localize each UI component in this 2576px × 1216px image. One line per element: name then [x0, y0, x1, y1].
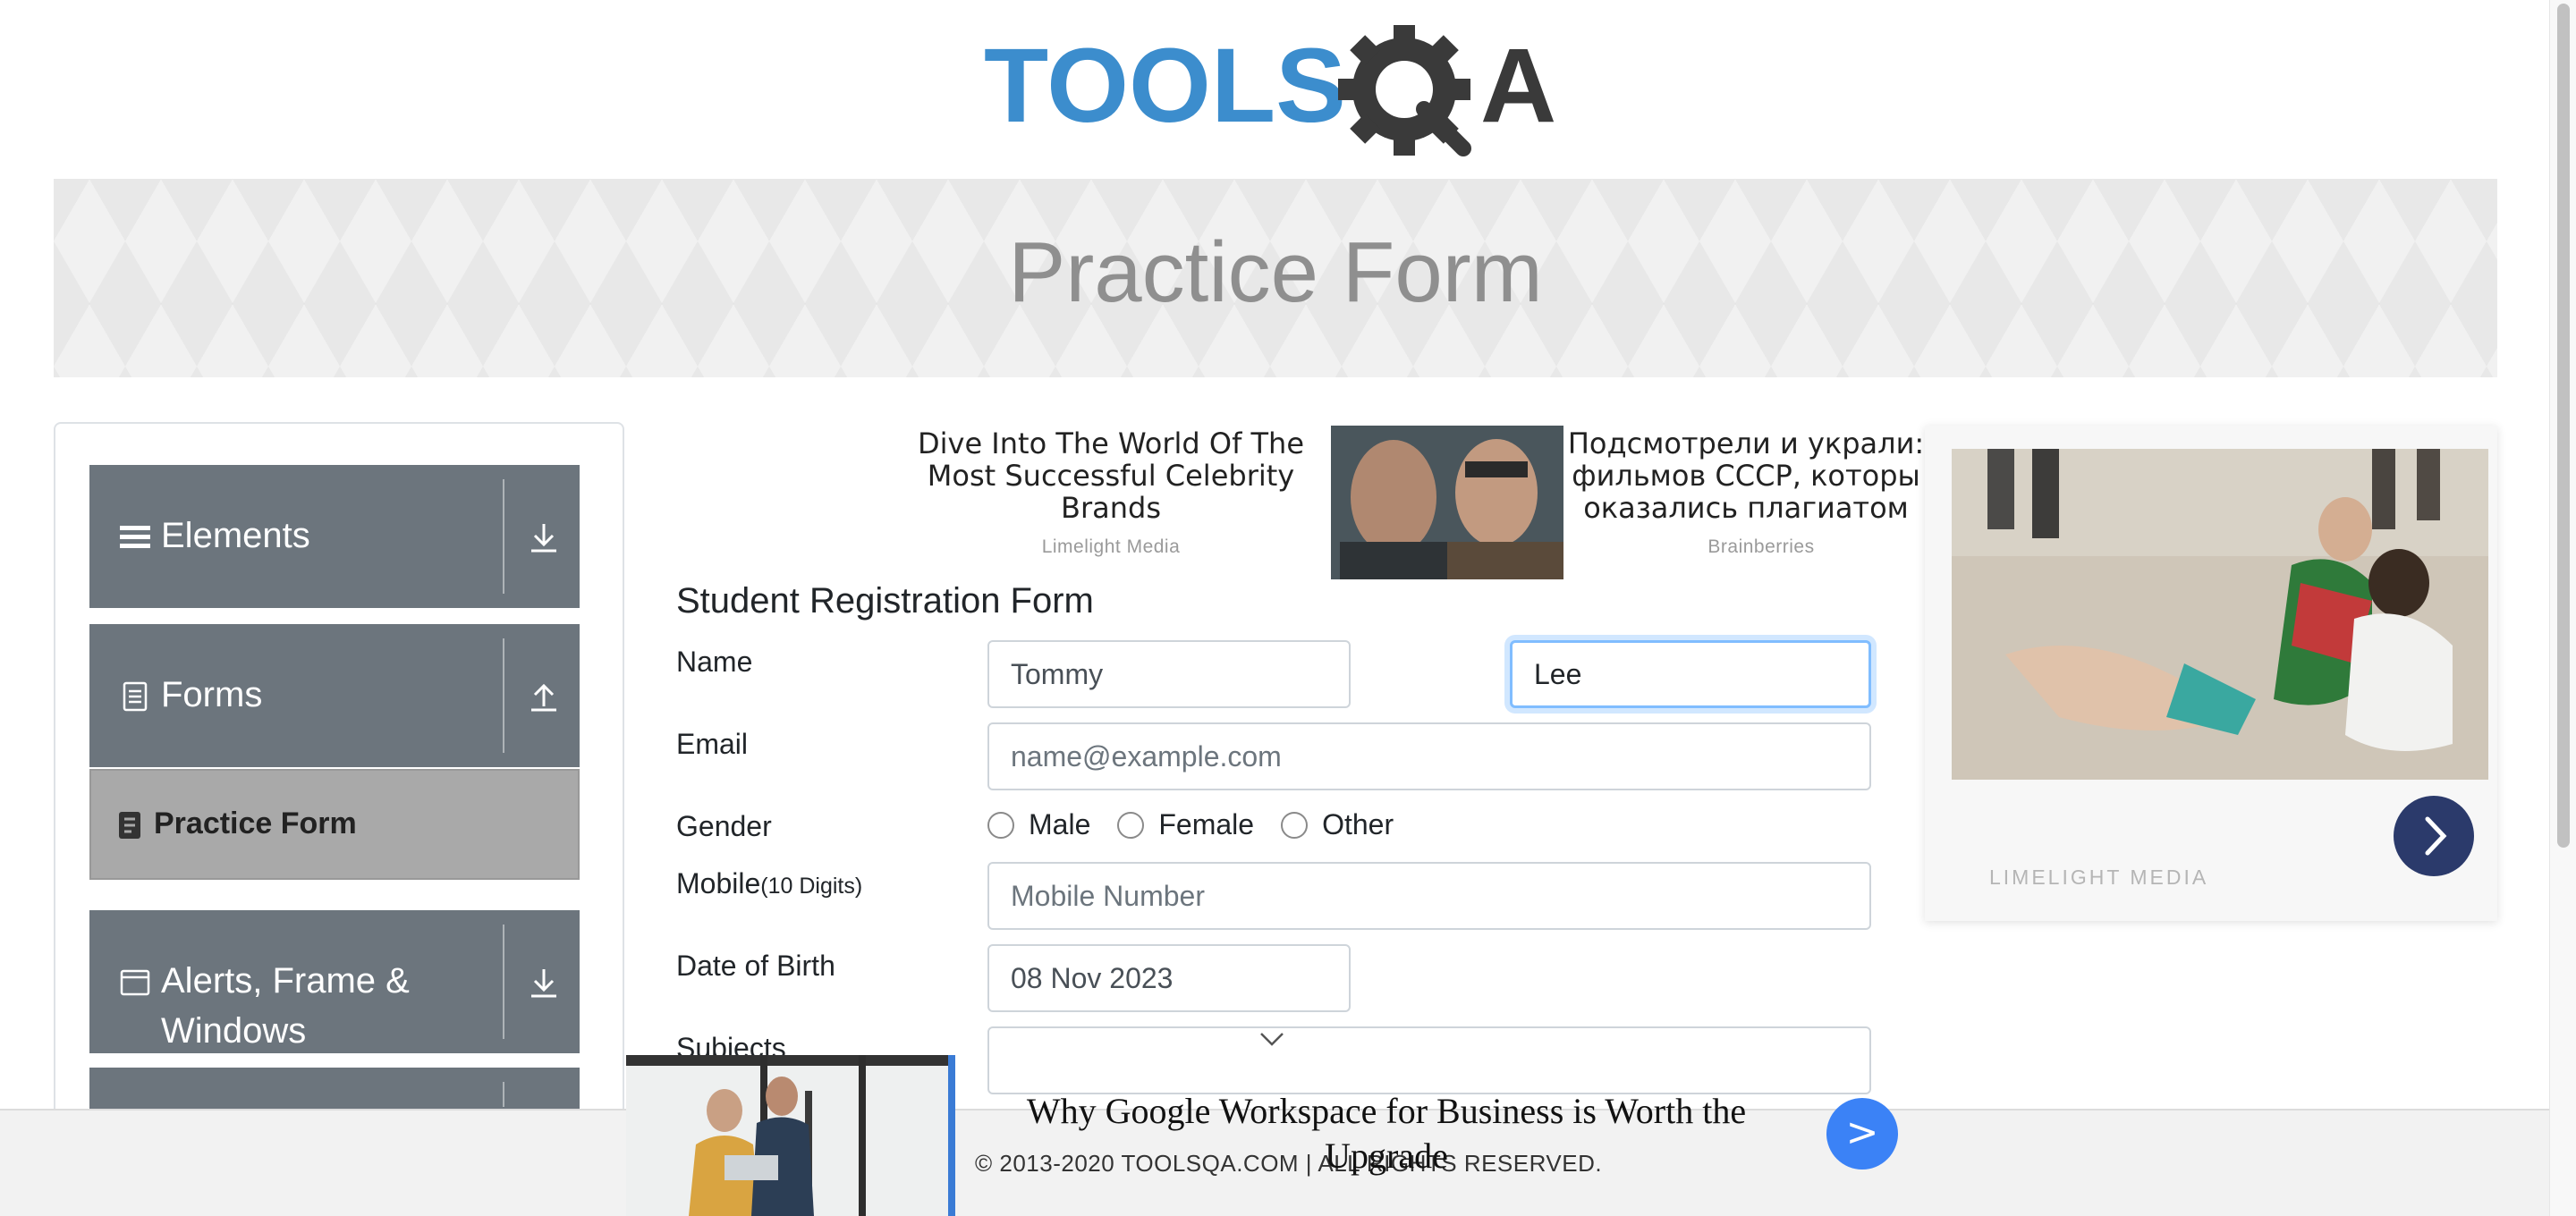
sidebar-item-label: Practice Form	[154, 806, 357, 840]
ad-line: Most Successful Celebrity	[927, 459, 1295, 493]
next-button[interactable]	[2394, 796, 2474, 876]
ad-line: фильмов СССР, которы	[1572, 459, 1920, 493]
date-of-birth-input[interactable]	[987, 944, 1351, 1012]
sidebar-group-label: Forms	[161, 675, 263, 714]
last-name-input[interactable]	[1510, 640, 1871, 708]
mobile-input[interactable]	[987, 862, 1871, 930]
sidebar-group-label: Alerts, Frame &	[161, 961, 410, 1001]
ad-photo	[1952, 449, 2488, 780]
divider	[503, 638, 504, 753]
sidebar-item-practice-form[interactable]: Practice Form	[89, 769, 580, 880]
mobile-label: Mobile(10 Digits)	[676, 867, 862, 900]
upload-icon[interactable]	[526, 680, 562, 715]
gender-option-label[interactable]: Male	[1029, 808, 1090, 841]
ad-source: Limelight Media	[1041, 536, 1181, 557]
hamburger-icon	[120, 526, 150, 548]
gender-options: Male Female Other	[987, 808, 1420, 841]
divider	[503, 479, 504, 594]
gender-label: Gender	[676, 810, 772, 842]
ad-source: LIMELIGHT MEDIA	[1989, 866, 2209, 889]
dob-label: Date of Birth	[676, 950, 835, 982]
download-icon[interactable]	[526, 520, 562, 556]
ad-photo	[626, 1055, 952, 1216]
gear-magnifier-icon	[1338, 25, 1471, 156]
form-icon	[119, 812, 140, 839]
mobile-label-text: Mobile	[676, 867, 761, 899]
name-label: Name	[676, 646, 753, 678]
ad-headline[interactable]: Dive Into The World Of The Most Successf…	[894, 427, 1327, 524]
gender-radio-male[interactable]	[987, 811, 1014, 839]
ad-line: Dive Into The World Of The	[917, 426, 1305, 460]
ad-line: Brands	[1061, 491, 1161, 525]
ad-line: оказались плагиатом	[1583, 491, 1909, 524]
logo-text-tools: TOOLS	[984, 27, 1346, 145]
ad-line: Upgrade	[1325, 1136, 1448, 1176]
ad-source: Brainberries	[1707, 536, 1815, 557]
sidebar-group-label-line2: Windows	[161, 1011, 307, 1051]
email-input[interactable]	[987, 722, 1871, 790]
window-icon	[120, 969, 150, 996]
sidebar-group-alerts[interactable]: Alerts, Frame & Windows	[89, 910, 580, 1053]
ad-line: Why Google Workspace for Business is Wor…	[1026, 1091, 1747, 1131]
bottom-ad-headline[interactable]: Why Google Workspace for Business is Wor…	[993, 1089, 1780, 1178]
divider	[503, 925, 504, 1039]
chevron-right-icon	[2425, 816, 2447, 856]
download-icon[interactable]	[526, 966, 562, 1001]
sidebar-group-forms[interactable]: Forms	[89, 624, 580, 767]
mobile-hint: (10 Digits)	[760, 874, 863, 899]
subjects-input[interactable]	[987, 1026, 1871, 1094]
page-title: Practice Form	[1008, 224, 1543, 320]
email-label: Email	[676, 728, 749, 760]
divider	[503, 1082, 504, 1107]
page-banner: Practice Form	[54, 179, 2497, 377]
bottom-ad-image[interactable]	[626, 1055, 952, 1216]
sidebar-group-label: Elements	[161, 516, 310, 555]
ad-accent-bar	[948, 1055, 955, 1216]
gender-option-label[interactable]: Female	[1158, 808, 1254, 841]
form-title: Student Registration Form	[676, 581, 1094, 621]
gender-radio-other[interactable]	[1281, 811, 1309, 839]
first-name-input[interactable]	[987, 640, 1351, 708]
ad-thumbnail[interactable]	[1331, 426, 1563, 579]
toolsqa-logo[interactable]: TOOLS A	[984, 25, 1574, 168]
ad-line: Подсмотрели и украли:	[1567, 427, 1925, 460]
chevron-down-icon	[1260, 1033, 1284, 1046]
bottom-ad-next-button[interactable]: >	[1826, 1098, 1898, 1170]
ad-headline[interactable]: Подсмотрели и украли: фильмов СССР, кото…	[1567, 427, 1925, 524]
sidebar-group-elements[interactable]: Elements	[89, 465, 580, 608]
document-icon	[123, 681, 148, 712]
gender-option-label[interactable]: Other	[1322, 808, 1394, 841]
page-scrollbar[interactable]	[2549, 0, 2576, 1216]
scrollbar-thumb[interactable]	[2557, 4, 2570, 848]
sidebar-ad[interactable]: LIMELIGHT MEDIA	[1925, 426, 2497, 921]
gender-radio-female[interactable]	[1117, 811, 1145, 839]
ad-photo	[1331, 426, 1563, 579]
logo-text-a: A	[1480, 27, 1556, 145]
